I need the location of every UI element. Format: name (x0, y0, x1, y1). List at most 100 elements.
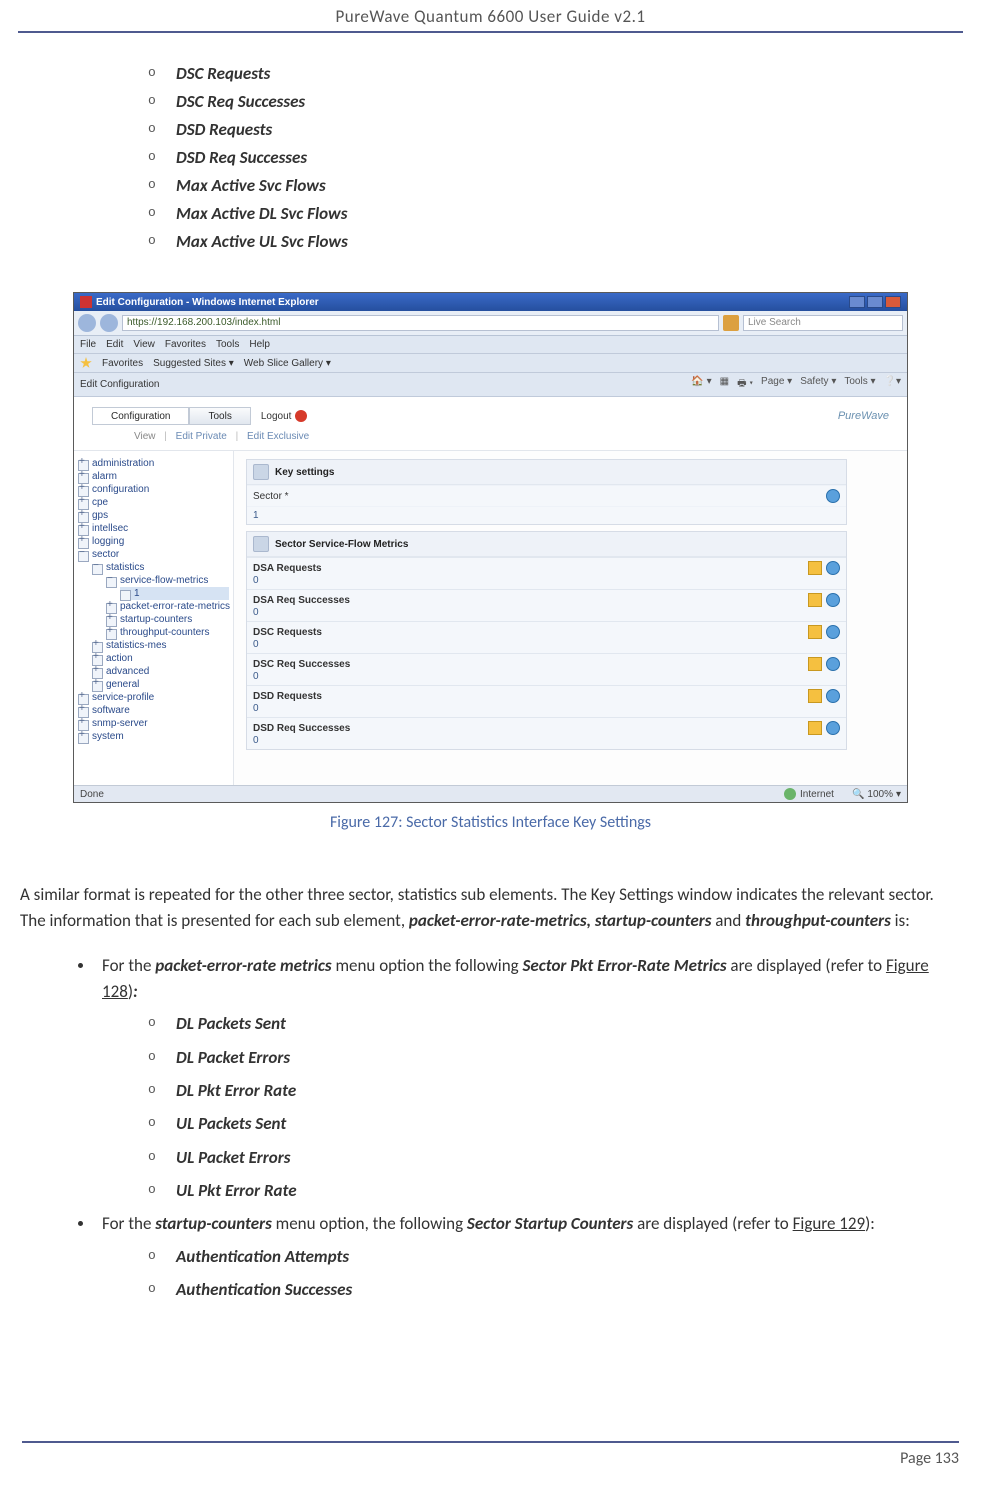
metrics-title: Sector Service-Flow Metrics (275, 539, 408, 550)
help-icon[interactable]: ❔▾ (884, 376, 901, 393)
app-content: Configuration Tools Logout PureWave View… (74, 397, 907, 785)
window-title: Edit Configuration - Windows Internet Ex… (96, 297, 319, 308)
help-icon[interactable] (826, 625, 840, 639)
maximize-icon[interactable] (867, 296, 883, 308)
feed-icon[interactable]: ▦ (720, 376, 729, 393)
chart-icon[interactable] (808, 657, 822, 671)
tree-service-flow-metrics[interactable]: service-flow-metrics (106, 574, 229, 587)
status-bar: Done Internet 🔍100%▾ (74, 785, 907, 802)
tree-throughput-counters[interactable]: throughput-counters (106, 626, 229, 639)
suggested-sites-link[interactable]: Suggested Sites ▾ (153, 358, 234, 369)
list-item: UL Packet Errors (148, 1145, 963, 1171)
tree-software[interactable]: software (78, 704, 229, 717)
paragraph-1: A similar format is repeated for the oth… (18, 882, 963, 935)
help-icon[interactable] (826, 721, 840, 735)
tree-sector[interactable]: sector (78, 548, 229, 561)
command-bar: 🏠 ▾ ▦ 🖶 ▾ Page ▾ Safety ▾ Tools ▾ ❔▾ (691, 376, 901, 393)
browser-tab[interactable]: Edit Configuration (80, 379, 160, 390)
edit-exclusive-link[interactable]: Edit Exclusive (247, 431, 309, 442)
tree-logging[interactable]: logging (78, 535, 229, 548)
tree-service-profile[interactable]: service-profile (78, 691, 229, 704)
refresh-button[interactable] (723, 315, 739, 331)
help-icon[interactable] (826, 489, 840, 503)
menu-file[interactable]: File (80, 339, 96, 350)
chart-icon[interactable] (808, 593, 822, 607)
list-item: UL Pkt Error Rate (148, 1178, 963, 1204)
window-buttons (849, 296, 901, 308)
ie-tab-bar: Edit Configuration 🏠 ▾ ▦ 🖶 ▾ Page ▾ Safe… (74, 373, 907, 397)
tab-configuration[interactable]: Configuration (92, 407, 189, 425)
tools-menu[interactable]: Tools ▾ (844, 376, 875, 393)
list-item: DL Pkt Error Rate (148, 1078, 963, 1104)
safety-menu[interactable]: Safety ▾ (800, 376, 836, 393)
favorites-label[interactable]: Favorites (102, 358, 143, 369)
forward-button[interactable] (100, 314, 118, 332)
address-bar-row: https://192.168.200.103/index.html Live … (74, 311, 907, 336)
search-input[interactable]: Live Search (743, 315, 903, 331)
menu-edit[interactable]: Edit (106, 339, 123, 350)
main-panel: Key settings Sector * 1 Sector Service-F… (234, 451, 907, 785)
tree-administration[interactable]: administration (78, 457, 229, 470)
tree-advanced[interactable]: advanced (92, 665, 229, 678)
tree-item-1[interactable]: 1 (120, 587, 229, 600)
tree-configuration[interactable]: configuration (78, 483, 229, 496)
tree-cpe[interactable]: cpe (78, 496, 229, 509)
metric-value: 0 (247, 703, 846, 717)
metric-value: 0 (247, 735, 846, 749)
tree-statistics-mes[interactable]: statistics-mes (92, 639, 229, 652)
main-bullets: For the packet-error-rate metrics menu o… (78, 953, 963, 1304)
metric-label: DSA Req Successes (247, 590, 846, 607)
tree-snmp-server[interactable]: snmp-server (78, 717, 229, 730)
globe-icon (784, 788, 796, 800)
metrics-icon (253, 536, 269, 552)
chart-icon[interactable] (808, 625, 822, 639)
tree-intellsec[interactable]: intellsec (78, 522, 229, 535)
list-item: Max Active Svc Flows (148, 175, 963, 196)
tree-system[interactable]: system (78, 730, 229, 743)
tree-general[interactable]: general (92, 678, 229, 691)
tree-gps[interactable]: gps (78, 509, 229, 522)
help-icon[interactable] (826, 689, 840, 703)
print-icon[interactable]: 🖶 ▾ (737, 376, 753, 393)
chart-icon[interactable] (808, 689, 822, 703)
list-item: Authentication Successes (148, 1277, 963, 1303)
menu-favorites[interactable]: Favorites (165, 339, 206, 350)
figure-caption: Figure 127: Sector Statistics Interface … (18, 813, 963, 832)
help-icon[interactable] (826, 657, 840, 671)
close-icon[interactable] (885, 296, 901, 308)
menu-tools[interactable]: Tools (216, 339, 239, 350)
metric-label: DSC Req Successes (247, 654, 846, 671)
list-item: DL Packets Sent (148, 1011, 963, 1037)
brand-logo: PureWave (838, 410, 889, 422)
help-icon[interactable] (826, 561, 840, 575)
tree-alarm[interactable]: alarm (78, 470, 229, 483)
address-bar[interactable]: https://192.168.200.103/index.html (122, 315, 719, 331)
back-button[interactable] (78, 314, 96, 332)
sector-label: Sector * (253, 491, 826, 502)
chart-icon[interactable] (808, 721, 822, 735)
key-settings-title: Key settings (275, 467, 334, 478)
minimize-icon[interactable] (849, 296, 865, 308)
metric-value: 0 (247, 639, 846, 653)
bullet-startup-counters: For the startup-counters menu option, th… (78, 1211, 963, 1303)
menu-help[interactable]: Help (249, 339, 270, 350)
menu-view[interactable]: View (133, 339, 155, 350)
metric-label: DSA Requests (247, 558, 846, 575)
tree-startup-counters[interactable]: startup-counters (106, 613, 229, 626)
help-icon[interactable] (826, 593, 840, 607)
chart-icon[interactable] (808, 561, 822, 575)
key-settings-panel: Key settings Sector * 1 (246, 459, 847, 525)
tree-packet-error-rate-metrics[interactable]: packet-error-rate-metrics (106, 600, 229, 613)
web-slice-gallery-link[interactable]: Web Slice Gallery ▾ (244, 358, 331, 369)
tab-tools[interactable]: Tools (189, 407, 250, 425)
logout-button[interactable]: Logout (261, 410, 308, 422)
home-icon[interactable]: 🏠 ▾ (691, 376, 711, 393)
page-menu[interactable]: Page ▾ (761, 376, 792, 393)
edit-private-link[interactable]: Edit Private (176, 431, 227, 442)
nav-tree: administration alarm configuration cpe g… (74, 451, 234, 785)
figure-129-link[interactable]: Figure 129 (793, 1213, 866, 1234)
zoom-control[interactable]: 🔍100%▾ (852, 789, 901, 800)
favorites-bar: Favorites Suggested Sites ▾ Web Slice Ga… (74, 354, 907, 373)
metric-label: DSD Req Successes (247, 718, 846, 735)
tree-action[interactable]: action (92, 652, 229, 665)
